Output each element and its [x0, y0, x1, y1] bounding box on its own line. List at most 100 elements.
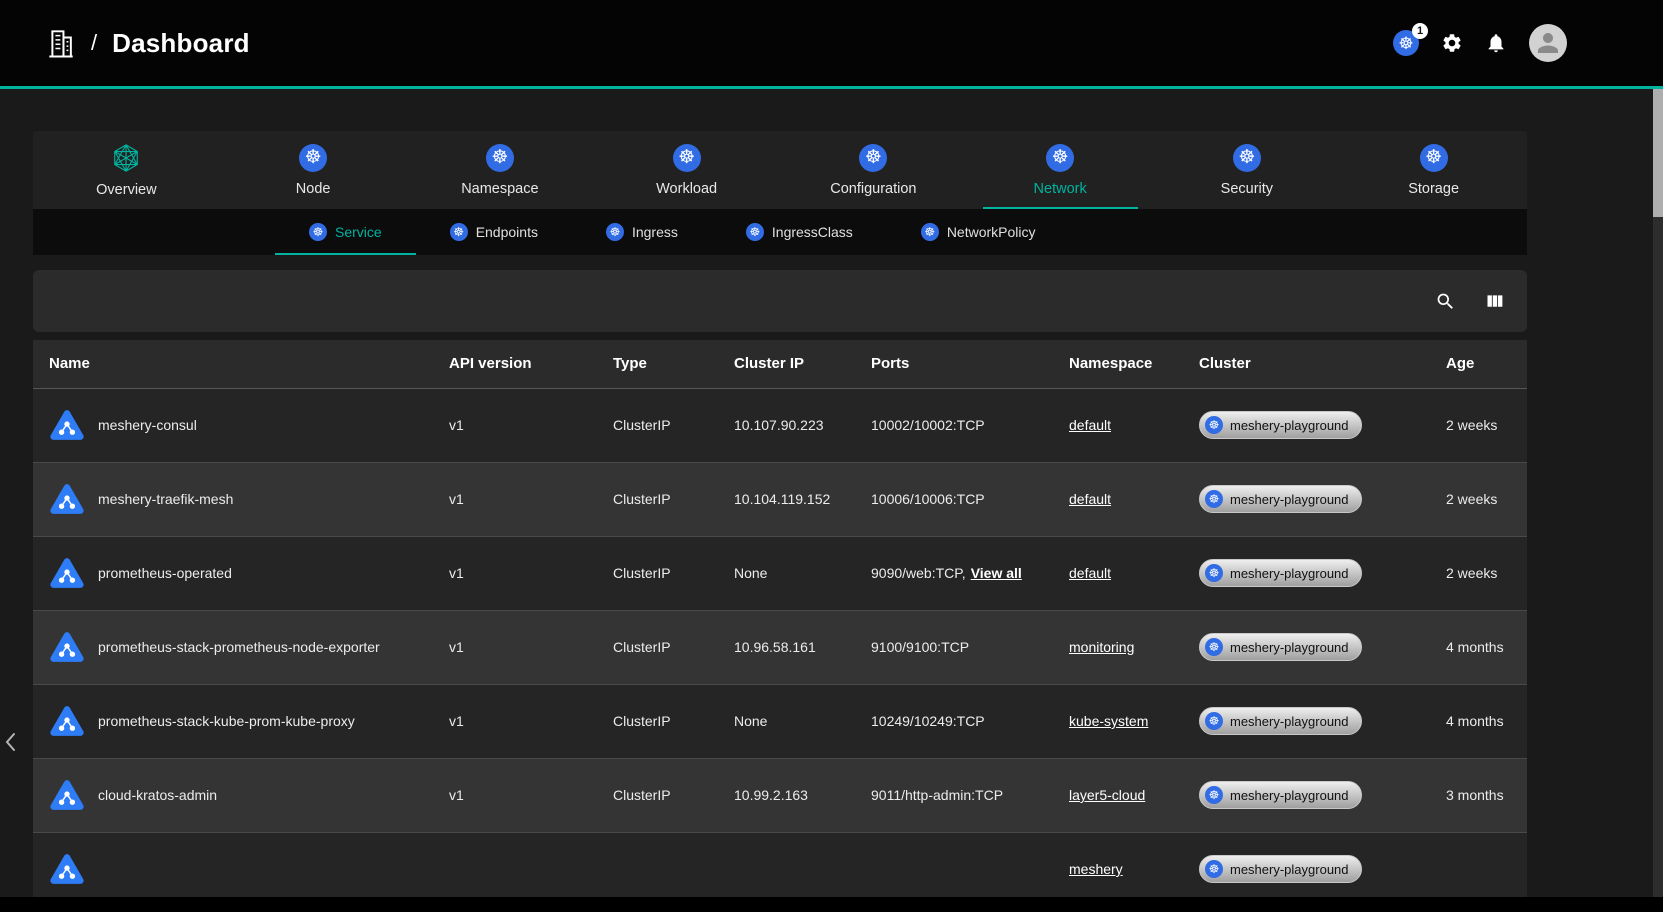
table-row[interactable]: prometheus-stack-kube-prom-kube-proxy v1…	[33, 684, 1527, 758]
subtab-networkpolicy[interactable]: ☸ NetworkPolicy	[887, 209, 1070, 255]
cluster-chip[interactable]: ☸ meshery-playground	[1199, 633, 1362, 661]
column-header-type[interactable]: Type	[597, 340, 718, 388]
tab-label: Storage	[1408, 181, 1459, 197]
kubernetes-icon: ☸	[1205, 490, 1223, 508]
service-name: prometheus-operated	[98, 565, 232, 581]
tab-network[interactable]: ☸ Network	[967, 131, 1154, 209]
type-cell: ClusterIP	[597, 684, 718, 758]
vertical-scrollbar[interactable]	[1653, 89, 1663, 912]
age-cell: 2 weeks	[1430, 462, 1527, 536]
table-row[interactable]: prometheus-stack-prometheus-node-exporte…	[33, 610, 1527, 684]
ports-text: 9011/http-admin:TCP	[871, 787, 1003, 803]
scrollbar-thumb[interactable]	[1653, 89, 1663, 217]
kubernetes-icon: ☸	[450, 223, 468, 241]
tab-label: Configuration	[830, 181, 916, 197]
app-header: / Dashboard ☸ 1	[0, 0, 1663, 86]
type-cell: ClusterIP	[597, 536, 718, 610]
service-icon	[49, 703, 85, 739]
ports-cell: 9100/9100:TCP	[855, 610, 1053, 684]
search-icon	[1435, 291, 1456, 312]
ports-cell: 10006/10006:TCP	[855, 462, 1053, 536]
namespace-link[interactable]: default	[1069, 417, 1111, 433]
column-header-api-version[interactable]: API version	[433, 340, 597, 388]
tab-storage[interactable]: ☸ Storage	[1340, 131, 1527, 209]
subtab-ingressclass[interactable]: ☸ IngressClass	[712, 209, 887, 255]
namespace-link[interactable]: meshery	[1069, 861, 1123, 877]
cluster-chip[interactable]: ☸ meshery-playground	[1199, 559, 1362, 587]
ports-cell	[855, 832, 1053, 900]
tab-overview[interactable]: Overview	[33, 131, 220, 209]
horizontal-scrollbar[interactable]	[0, 897, 1663, 912]
ports-cell: 10249/10249:TCP	[855, 684, 1053, 758]
collapse-drawer-button[interactable]	[2, 728, 20, 756]
cluster-chip-label: meshery-playground	[1230, 492, 1349, 507]
namespace-link[interactable]: kube-system	[1069, 713, 1148, 729]
column-header-name[interactable]: Name	[33, 340, 433, 388]
age-cell: 4 months	[1430, 610, 1527, 684]
api-version-cell: v1	[433, 684, 597, 758]
subtab-label: IngressClass	[772, 224, 853, 240]
chevron-left-icon	[2, 728, 20, 756]
namespace-link[interactable]: default	[1069, 565, 1111, 581]
cluster-chip-label: meshery-playground	[1230, 714, 1349, 729]
cluster-ip-cell: 10.107.90.223	[718, 388, 855, 462]
cluster-chip[interactable]: ☸ meshery-playground	[1199, 781, 1362, 809]
tab-workload[interactable]: ☸ Workload	[593, 131, 780, 209]
service-icon	[49, 555, 85, 591]
subtab-endpoints[interactable]: ☸ Endpoints	[416, 209, 572, 255]
subtab-label: Endpoints	[476, 224, 538, 240]
cluster-chip[interactable]: ☸ meshery-playground	[1199, 707, 1362, 735]
settings-button[interactable]	[1441, 32, 1463, 54]
tab-configuration[interactable]: ☸ Configuration	[780, 131, 967, 209]
table-row[interactable]: cloud-kratos-admin v1 ClusterIP 10.99.2.…	[33, 758, 1527, 832]
age-cell	[1430, 832, 1527, 900]
namespace-link[interactable]: default	[1069, 491, 1111, 507]
namespace-link[interactable]: monitoring	[1069, 639, 1134, 655]
service-icon	[49, 629, 85, 665]
cluster-chip[interactable]: ☸ meshery-playground	[1199, 855, 1362, 883]
table-row[interactable]: meshery-consul v1 ClusterIP 10.107.90.22…	[33, 388, 1527, 462]
table-row[interactable]: meshery-traefik-mesh v1 ClusterIP 10.104…	[33, 462, 1527, 536]
subtab-ingress[interactable]: ☸ Ingress	[572, 209, 712, 255]
column-header-age[interactable]: Age	[1430, 340, 1527, 388]
subtab-label: NetworkPolicy	[947, 224, 1036, 240]
service-icon	[49, 481, 85, 517]
cluster-chip-label: meshery-playground	[1230, 566, 1349, 581]
tab-label: Node	[296, 181, 331, 197]
tab-namespace[interactable]: ☸ Namespace	[407, 131, 594, 209]
namespace-link[interactable]: layer5-cloud	[1069, 787, 1145, 803]
cluster-chip[interactable]: ☸ meshery-playground	[1199, 411, 1362, 439]
column-header-ports[interactable]: Ports	[855, 340, 1053, 388]
tab-label: Namespace	[461, 181, 538, 197]
user-avatar[interactable]	[1529, 24, 1567, 62]
column-header-namespace[interactable]: Namespace	[1053, 340, 1183, 388]
view-all-link[interactable]: View all	[971, 565, 1022, 581]
cluster-chip[interactable]: ☸ meshery-playground	[1199, 485, 1362, 513]
tab-node[interactable]: ☸ Node	[220, 131, 407, 209]
api-version-cell	[433, 832, 597, 900]
subtab-label: Ingress	[632, 224, 678, 240]
organization-building-icon	[46, 27, 76, 59]
search-button[interactable]	[1435, 291, 1456, 312]
cluster-ip-cell	[718, 832, 855, 900]
table-row[interactable]: meshery ☸ meshery-playground	[33, 832, 1527, 900]
service-name: meshery-traefik-mesh	[98, 491, 233, 507]
tab-security[interactable]: ☸ Security	[1154, 131, 1341, 209]
cluster-chip-label: meshery-playground	[1230, 862, 1349, 877]
cluster-ip-cell: None	[718, 536, 855, 610]
kubernetes-icon: ☸	[1205, 564, 1223, 582]
kubernetes-icon: ☸	[1420, 144, 1448, 172]
type-cell: ClusterIP	[597, 758, 718, 832]
kubernetes-context-button[interactable]: ☸ 1	[1393, 30, 1419, 56]
column-header-cluster[interactable]: Cluster	[1183, 340, 1430, 388]
person-icon	[1533, 28, 1563, 58]
service-name: meshery-consul	[98, 417, 197, 433]
age-cell: 3 months	[1430, 758, 1527, 832]
view-columns-button[interactable]	[1484, 291, 1505, 312]
cluster-ip-cell: None	[718, 684, 855, 758]
subtab-service[interactable]: ☸ Service	[275, 209, 416, 255]
notifications-button[interactable]	[1485, 32, 1507, 54]
columns-icon	[1484, 291, 1505, 312]
column-header-cluster-ip[interactable]: Cluster IP	[718, 340, 855, 388]
table-row[interactable]: prometheus-operated v1 ClusterIP None 90…	[33, 536, 1527, 610]
